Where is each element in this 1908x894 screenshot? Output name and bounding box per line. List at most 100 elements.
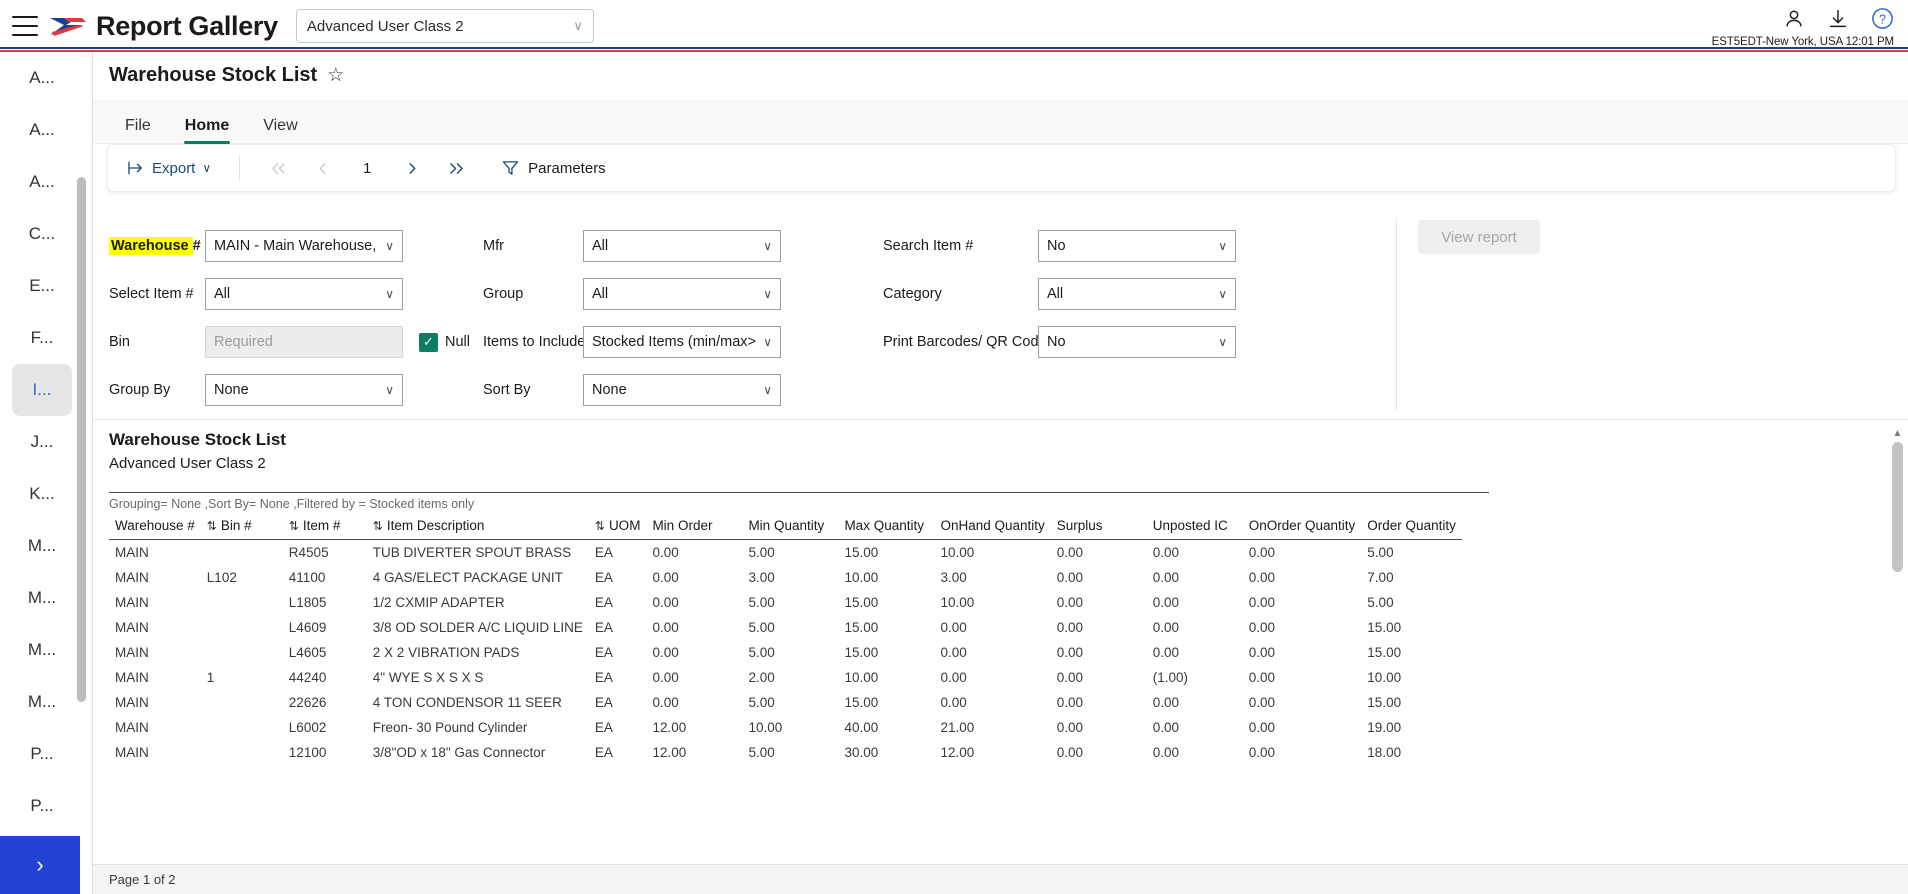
download-icon[interactable]: [1827, 8, 1849, 30]
sidebar-item-3[interactable]: C...: [0, 208, 84, 260]
table-cell: 0.00: [1248, 595, 1276, 610]
table-cell: 10.00: [940, 595, 975, 610]
sidebar-item-4[interactable]: E...: [0, 260, 84, 312]
group-by-select[interactable]: None ∨: [205, 374, 403, 406]
sidebar-item-12[interactable]: M...: [0, 676, 84, 728]
table-row[interactable]: MAIN L102 41100 4 GAS/ELECT PACKAGE UNIT EA 0…: [109, 565, 1462, 590]
report-viewer: Warehouse Stock List Advanced User Class…: [93, 419, 1908, 852]
sidebar-item-8[interactable]: K...: [0, 468, 84, 520]
person-icon[interactable]: [1783, 8, 1805, 30]
last-page-button[interactable]: [436, 153, 476, 183]
table-cell: 15.00: [1367, 645, 1402, 660]
sidebar-item-5[interactable]: F...: [0, 312, 84, 364]
mfr-select[interactable]: All ∨: [583, 230, 781, 262]
question-help-icon[interactable]: ?: [1871, 7, 1894, 30]
table-row[interactable]: MAIN L4605 2 X 2 VIBRATION PADS EA 0.00 5.00 1…: [109, 640, 1462, 665]
sidebar-item-1[interactable]: A...: [0, 104, 84, 156]
table-cell: 5.00: [748, 545, 775, 560]
table-cell: 0.00: [1056, 645, 1084, 660]
report-scrollbar-thumb[interactable]: [1892, 442, 1903, 572]
sort-toggle-icon[interactable]: ⇅: [289, 519, 299, 533]
column-header-bin[interactable]: ⇅ Bin #: [200, 515, 283, 540]
user-class-value: Advanced User Class 2: [306, 17, 464, 35]
favorite-star-icon[interactable]: ☆: [327, 64, 344, 87]
stock-table: Warehouse # ⇅ Bin # ⇅ Item # ⇅ Item Descriptio…: [109, 515, 1462, 765]
mfr-label: Mfr: [483, 238, 504, 254]
table-row[interactable]: MAIN 1 44240 4" WYE S X S X S EA 0.00 2.00 10.0…: [109, 665, 1462, 690]
table-cell: MAIN: [115, 720, 149, 735]
column-header-label: Surplus: [1056, 518, 1103, 533]
table-cell: 0.00: [1248, 570, 1276, 585]
current-page-number[interactable]: 1: [346, 160, 388, 177]
table-cell: 0.00: [652, 620, 679, 635]
search-item-value: No: [1047, 238, 1066, 254]
sidebar-item-13[interactable]: P...: [0, 728, 84, 780]
scroll-up-icon[interactable]: ▲: [1892, 428, 1903, 440]
tab-home[interactable]: Home: [171, 117, 243, 144]
table-cell: 1/2 CXMIP ADAPTER: [372, 595, 505, 610]
table-cell: [201, 690, 283, 715]
next-page-button[interactable]: [392, 153, 432, 183]
table-row[interactable]: MAIN 22626 4 TON CONDENSOR 11 SEER EA 0.00 5.…: [109, 690, 1462, 715]
table-cell: 4 GAS/ELECT PACKAGE UNIT: [372, 570, 563, 585]
column-header-item-description[interactable]: ⇅ Item Description: [366, 515, 589, 540]
table-cell: 0.00: [1248, 620, 1276, 635]
table-cell: [201, 715, 283, 740]
sidebar-item-11[interactable]: M...: [0, 624, 84, 676]
group-by-value: None: [214, 382, 249, 398]
sidebar-expand-button[interactable]: ›: [0, 836, 80, 894]
table-row[interactable]: MAIN L4609 3/8 OD SOLDER A/C LIQUID LINE EA…: [109, 615, 1462, 640]
column-header-item[interactable]: ⇅ Item #: [282, 515, 367, 540]
sidebar-item-10[interactable]: M...: [0, 572, 84, 624]
table-row[interactable]: MAIN 12100 3/8"OD x 18" Gas Connector EA 12.…: [109, 740, 1462, 765]
search-item-select[interactable]: No ∨: [1038, 230, 1236, 262]
view-report-button[interactable]: View report: [1418, 220, 1540, 254]
sidebar-item-14[interactable]: P...: [0, 780, 84, 832]
table-cell: MAIN: [115, 620, 149, 635]
table-cell: 0.00: [1248, 720, 1276, 735]
table-row[interactable]: MAIN L1805 1/2 CXMIP ADAPTER EA 0.00 5.00 15.0…: [109, 590, 1462, 615]
warehouse-select[interactable]: MAIN - Main Warehouse, ∨: [205, 230, 403, 262]
sidebar-item-2[interactable]: A...: [0, 156, 84, 208]
sidebar-item-7[interactable]: J...: [0, 416, 84, 468]
search-item-label: Search Item #: [883, 238, 974, 254]
sort-toggle-icon[interactable]: ⇅: [207, 519, 217, 533]
report-scrollbar[interactable]: ▲: [1892, 428, 1903, 848]
select-item-select[interactable]: All ∨: [205, 278, 403, 310]
tab-file[interactable]: File: [111, 117, 165, 144]
sidebar-scrollbar-thumb[interactable]: [77, 177, 86, 702]
parameters-button[interactable]: Parameters: [502, 160, 606, 177]
tab-view[interactable]: View: [249, 117, 311, 144]
category-select[interactable]: All ∨: [1038, 278, 1236, 310]
sidebar-item-0[interactable]: A...: [0, 52, 84, 104]
print-barcodes-select[interactable]: No ∨: [1038, 326, 1236, 358]
table-row[interactable]: MAIN L6002 Freon- 30 Pound Cylinder EA 12.00…: [109, 715, 1462, 740]
export-button[interactable]: Export ∨: [118, 154, 221, 183]
table-cell: 0.00: [1152, 595, 1180, 610]
chevron-down-icon: ∨: [385, 383, 394, 397]
table-cell: 18.00: [1367, 745, 1402, 760]
user-class-select[interactable]: Advanced User Class 2 ∨: [295, 9, 594, 43]
column-header-min-quantity: Min Quantity: [742, 515, 839, 540]
bin-placeholder: Required: [214, 334, 273, 350]
first-page-button[interactable]: [258, 153, 298, 183]
sort-toggle-icon[interactable]: ⇅: [595, 519, 605, 533]
sidebar-item-6[interactable]: I...: [12, 364, 72, 416]
sort-by-select[interactable]: None ∨: [583, 374, 781, 406]
table-cell: 22626: [288, 695, 327, 710]
hamburger-icon[interactable]: [12, 16, 38, 36]
table-row[interactable]: MAIN R4505 TUB DIVERTER SPOUT BRASS EA 0.00 5…: [109, 540, 1462, 566]
sort-toggle-icon[interactable]: ⇅: [373, 519, 383, 533]
svg-text:?: ?: [1879, 12, 1886, 26]
previous-page-button[interactable]: [302, 153, 342, 183]
table-cell: 2 X 2 VIBRATION PADS: [372, 645, 520, 660]
table-cell: 40.00: [844, 720, 879, 735]
select-item-value: All: [214, 286, 231, 302]
bin-input[interactable]: Required: [205, 326, 403, 358]
items-to-include-select[interactable]: Stocked Items (min/max>( ∨: [583, 326, 781, 358]
null-checkbox[interactable]: ✓: [419, 332, 438, 352]
column-header-warehouse[interactable]: Warehouse #: [109, 515, 201, 540]
sidebar-item-9[interactable]: M...: [0, 520, 84, 572]
column-header-label: Max Quantity: [844, 518, 924, 533]
group-select[interactable]: All ∨: [583, 278, 781, 310]
